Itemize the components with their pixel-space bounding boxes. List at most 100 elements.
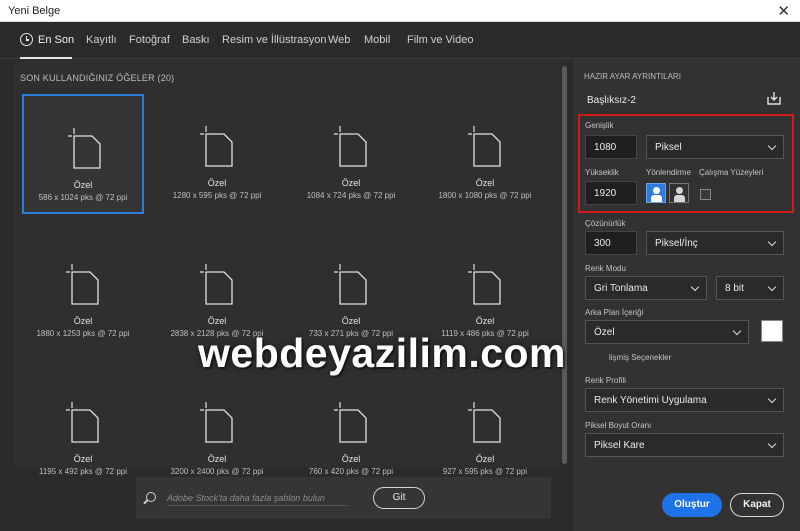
- details-header: HAZIR AYAR AYRINTILARI: [584, 72, 681, 81]
- preset-tile[interactable]: Özel 3200 x 2400 pks @ 72 ppi: [156, 370, 278, 490]
- preset-name: Özel: [207, 316, 227, 326]
- go-button[interactable]: Git: [373, 487, 425, 509]
- tab-print[interactable]: Baskı: [182, 34, 210, 46]
- preset-dimensions: 1195 x 492 pks @ 72 ppi: [38, 467, 128, 476]
- color-profile-value: Renk Yönetimi Uygulama: [594, 395, 707, 406]
- preset-name: Özel: [475, 454, 495, 464]
- color-mode-value: Gri Tonlama: [594, 283, 648, 294]
- resolution-unit-value: Piksel/İnç: [655, 238, 698, 249]
- document-icon: [334, 264, 367, 305]
- artboards-label: Çalışma Yüzeyleri: [699, 168, 764, 177]
- document-icon: [334, 402, 367, 443]
- preset-dimensions: 1280 x 595 pks @ 72 ppi: [172, 191, 262, 200]
- background-color-swatch[interactable]: [761, 320, 783, 342]
- preset-name: Özel: [207, 454, 227, 464]
- preset-name: Özel: [475, 178, 495, 188]
- chevron-down-icon: [732, 326, 742, 336]
- document-icon: [66, 264, 99, 305]
- bit-depth-dropdown[interactable]: 8 bit: [716, 276, 784, 300]
- preset-name: Özel: [207, 178, 227, 188]
- clock-icon: [20, 33, 33, 46]
- orientation-label: Yönlendirme: [646, 168, 691, 177]
- tab-photo[interactable]: Fotoğraf: [129, 34, 170, 46]
- document-icon: [66, 402, 99, 443]
- document-icon: [468, 126, 501, 167]
- height-field[interactable]: 1920: [585, 181, 637, 205]
- background-dropdown[interactable]: Özel: [585, 320, 749, 344]
- preset-tabs: En Son Kayıtlı Fotoğraf Baskı Resim ve İ…: [0, 22, 800, 59]
- color-profile-label: Renk Profili: [585, 376, 626, 385]
- preset-dimensions: 927 x 595 pks @ 72 ppi: [442, 467, 528, 476]
- document-name-field[interactable]: Başlıksız-2: [587, 95, 636, 106]
- document-icon: [334, 126, 367, 167]
- resolution-unit-dropdown[interactable]: Piksel/İnç: [646, 231, 784, 255]
- document-icon: [468, 264, 501, 305]
- close-button[interactable]: Kapat: [730, 493, 784, 517]
- preset-tile[interactable]: Özel 1800 x 1080 pks @ 72 ppi: [424, 94, 546, 214]
- pixel-aspect-dropdown[interactable]: Piksel Kare: [585, 433, 784, 457]
- create-button[interactable]: Oluştur: [662, 493, 722, 517]
- portrait-orientation-button[interactable]: [646, 183, 666, 203]
- portrait-icon: [653, 187, 660, 194]
- preset-dimensions: 1084 x 724 pks @ 72 ppi: [306, 191, 396, 200]
- document-icon: [68, 128, 101, 169]
- preset-dimensions: 1880 x 1253 pks @ 72 ppi: [36, 329, 130, 338]
- preset-name: Özel: [73, 180, 93, 190]
- artboards-checkbox[interactable]: [700, 189, 711, 200]
- preset-name: Özel: [341, 178, 361, 188]
- preset-tile[interactable]: Özel 1880 x 1253 pks @ 72 ppi: [22, 232, 144, 352]
- watermark: webdeyazilim.com: [198, 330, 567, 376]
- resolution-field[interactable]: 300: [585, 231, 637, 255]
- tab-web[interactable]: Web: [328, 34, 350, 46]
- tab-film-video[interactable]: Film ve Video: [407, 34, 473, 46]
- width-label: Genişlik: [585, 121, 614, 130]
- presets-scrollbar[interactable]: [561, 62, 568, 468]
- scrollbar-thumb[interactable]: [562, 66, 567, 464]
- window-titlebar: Yeni Belge ✕: [0, 0, 800, 22]
- close-icon[interactable]: ✕: [777, 2, 790, 20]
- chevron-down-icon: [767, 394, 777, 404]
- save-preset-icon[interactable]: [767, 91, 781, 105]
- advanced-options-toggle[interactable]: lişmiş Seçenekler: [609, 353, 671, 362]
- preset-tile[interactable]: Özel 1280 x 595 pks @ 72 ppi: [156, 94, 278, 214]
- preset-dimensions: 1800 x 1080 pks @ 72 ppi: [438, 191, 532, 200]
- height-label: Yükseklik: [585, 168, 619, 177]
- tab-recent[interactable]: En Son: [38, 34, 74, 46]
- preset-name: Özel: [341, 454, 361, 464]
- tab-mobile[interactable]: Mobil: [364, 34, 390, 46]
- background-label: Arka Plan İçeriği: [585, 308, 644, 317]
- preset-tile[interactable]: Özel 1084 x 724 pks @ 72 ppi: [290, 94, 412, 214]
- stock-search-bar: Adobe Stock'ta daha fazla şablon bulun G…: [136, 477, 551, 519]
- preset-name: Özel: [341, 316, 361, 326]
- color-mode-dropdown[interactable]: Gri Tonlama: [585, 276, 707, 300]
- unit-dropdown[interactable]: Piksel: [646, 135, 784, 159]
- search-icon: [146, 492, 156, 502]
- background-value: Özel: [594, 327, 615, 338]
- stock-search-input[interactable]: Adobe Stock'ta daha fazla şablon bulun: [167, 493, 347, 506]
- window-title: Yeni Belge: [8, 5, 61, 17]
- color-profile-dropdown[interactable]: Renk Yönetimi Uygulama: [585, 388, 784, 412]
- preset-tile[interactable]: Özel 927 x 595 pks @ 72 ppi: [424, 370, 546, 490]
- preset-tile[interactable]: Özel 760 x 420 pks @ 72 ppi: [290, 370, 412, 490]
- unit-value: Piksel: [655, 142, 682, 153]
- chevron-down-icon: [767, 282, 777, 292]
- document-icon: [200, 402, 233, 443]
- document-icon: [200, 264, 233, 305]
- landscape-orientation-button[interactable]: [669, 183, 689, 203]
- chevron-down-icon: [690, 282, 700, 292]
- preset-tile[interactable]: Özel 1195 x 492 pks @ 72 ppi: [22, 370, 144, 490]
- preset-dimensions: 760 x 420 pks @ 72 ppi: [308, 467, 394, 476]
- document-icon: [468, 402, 501, 443]
- width-field[interactable]: 1080: [585, 135, 637, 159]
- pixel-aspect-label: Piksel Boyut Oranı: [585, 421, 652, 430]
- document-icon: [200, 126, 233, 167]
- preset-tile[interactable]: Özel 586 x 1024 pks @ 72 ppi: [22, 94, 144, 214]
- preset-name: Özel: [475, 316, 495, 326]
- bit-depth-value: 8 bit: [725, 283, 744, 294]
- chevron-down-icon: [767, 439, 777, 449]
- preset-dimensions: 586 x 1024 pks @ 72 ppi: [38, 193, 128, 202]
- preset-name: Özel: [73, 316, 93, 326]
- pixel-aspect-value: Piksel Kare: [594, 440, 645, 451]
- tab-saved[interactable]: Kayıtlı: [86, 34, 117, 46]
- tab-art-illustration[interactable]: Resim ve İllüstrasyon: [222, 34, 327, 46]
